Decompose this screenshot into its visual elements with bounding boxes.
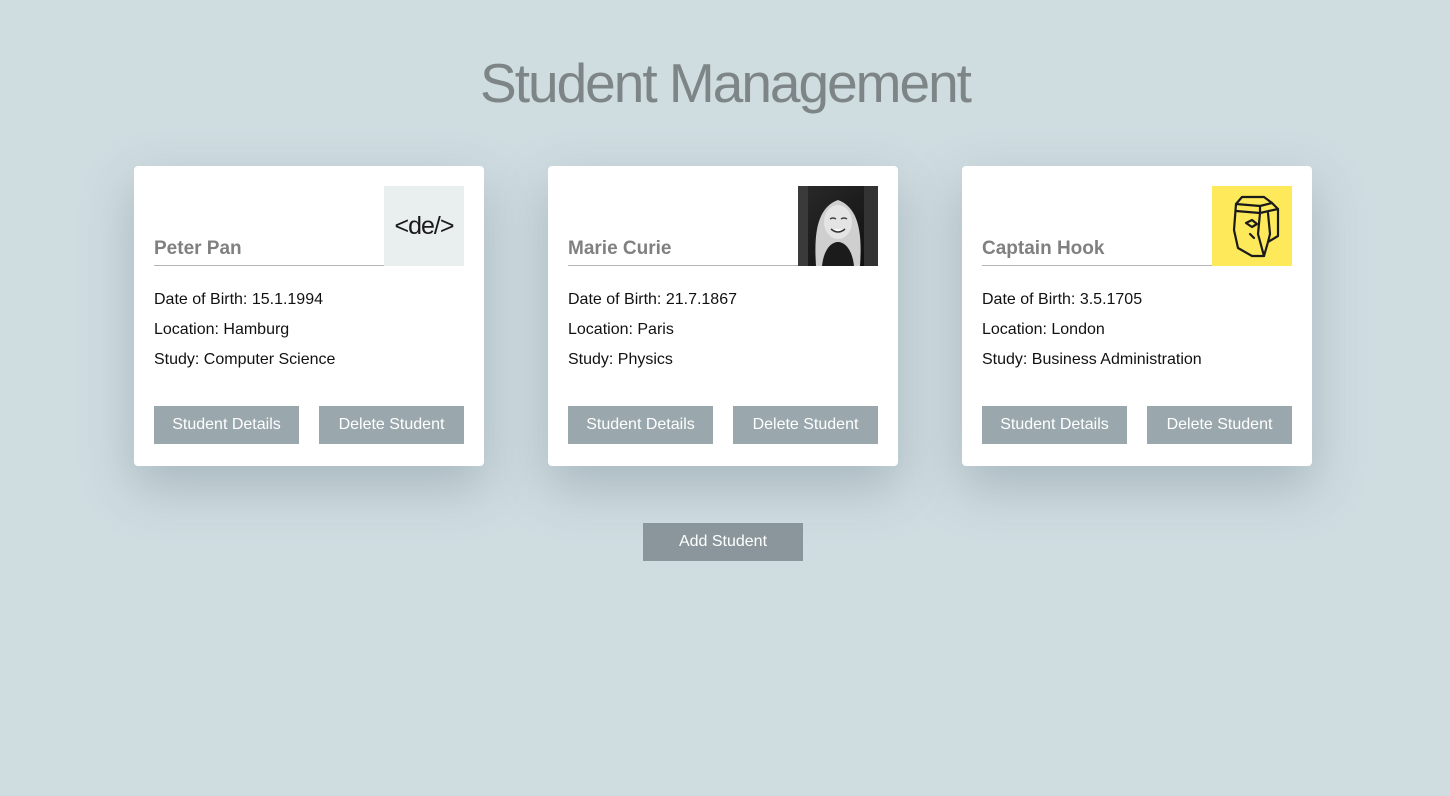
student-info: Date of Birth: 3.5.1705 Location: London… xyxy=(982,290,1292,380)
student-dob: Date of Birth: 3.5.1705 xyxy=(982,291,1143,308)
student-card: Marie Curie Date of Birth: 21.7.1867 Loc… xyxy=(548,166,898,466)
student-avatar xyxy=(798,186,878,266)
delete-student-button[interactable]: Delete Student xyxy=(733,406,878,444)
student-details-button[interactable]: Student Details xyxy=(568,406,713,444)
card-header: Captain Hook xyxy=(982,186,1292,266)
student-location: Location: Hamburg xyxy=(154,321,290,338)
student-location: Location: London xyxy=(982,321,1105,338)
student-details-button[interactable]: Student Details xyxy=(154,406,299,444)
student-name: Captain Hook xyxy=(982,236,1212,266)
student-name: Marie Curie xyxy=(568,236,798,266)
portrait-photo-icon xyxy=(798,186,878,266)
delete-student-button[interactable]: Delete Student xyxy=(1147,406,1292,444)
student-card: Captain Hook Date of Birth: 3.5.1705 Loc… xyxy=(962,166,1312,466)
add-student-button[interactable]: Add Student xyxy=(643,523,803,561)
card-header: Marie Curie xyxy=(568,186,878,266)
student-card: Peter Pan <de/> Date of Birth: 15.1.1994… xyxy=(134,166,484,466)
student-study: Study: Business Administration xyxy=(982,351,1202,368)
student-dob: Date of Birth: 15.1.1994 xyxy=(154,291,323,308)
student-info: Date of Birth: 15.1.1994 Location: Hambu… xyxy=(154,290,464,380)
card-header: Peter Pan <de/> xyxy=(154,186,464,266)
student-details-button[interactable]: Student Details xyxy=(982,406,1127,444)
student-name: Peter Pan xyxy=(154,236,384,266)
face-outline-logo-icon xyxy=(1212,186,1292,266)
student-info: Date of Birth: 21.7.1867 Location: Paris… xyxy=(568,290,878,380)
student-location: Location: Paris xyxy=(568,321,674,338)
student-study: Study: Physics xyxy=(568,351,673,368)
delete-student-button[interactable]: Delete Student xyxy=(319,406,464,444)
student-dob: Date of Birth: 21.7.1867 xyxy=(568,291,737,308)
student-study: Study: Computer Science xyxy=(154,351,336,368)
code-de-logo-icon: <de/> xyxy=(384,186,464,266)
student-avatar xyxy=(1212,186,1292,266)
student-avatar: <de/> xyxy=(384,186,464,266)
svg-text:<de/>: <de/> xyxy=(395,212,454,240)
page-title: Student Management xyxy=(480,52,972,114)
student-card-list: Peter Pan <de/> Date of Birth: 15.1.1994… xyxy=(134,166,1312,466)
